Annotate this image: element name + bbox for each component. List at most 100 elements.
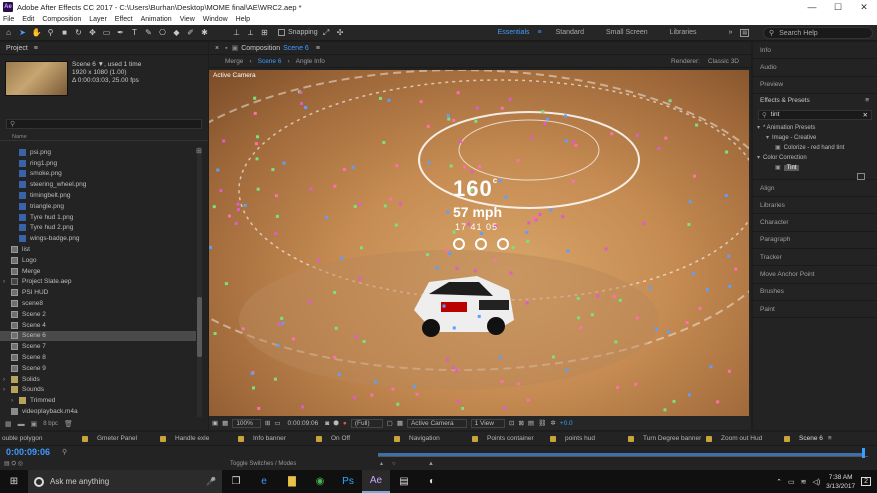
project-item[interactable]: Scene 7 <box>0 341 196 352</box>
minimize-button[interactable]: — <box>799 2 825 13</box>
roi-icon[interactable]: ▢ <box>387 419 393 427</box>
pen-tool-icon[interactable]: ✒ <box>115 27 126 38</box>
menu-layer[interactable]: Layer <box>89 16 107 23</box>
flowchart-icon[interactable]: ⊞ <box>196 147 202 155</box>
panel-preview[interactable]: Preview <box>753 77 877 94</box>
fast-preview-icon[interactable]: ⊠ <box>518 419 523 427</box>
exposure-value[interactable]: +0.0 <box>560 420 573 427</box>
interpret-footage-icon[interactable]: ▦ <box>5 420 12 428</box>
eraser-tool-icon[interactable]: ◆ <box>171 27 182 38</box>
resolution-dropdown[interactable]: (Full) <box>350 418 383 428</box>
world-axis-icon[interactable]: ⟂ <box>245 27 256 38</box>
timeline-icon[interactable]: ▤ <box>528 419 534 427</box>
show-snapshot-icon[interactable]: ⬢ <box>333 419 339 427</box>
tree-arrow-icon[interactable]: ▾ <box>766 134 769 141</box>
project-item[interactable]: › Sounds <box>0 385 196 396</box>
snapshot-icon[interactable]: ◙ <box>325 420 329 427</box>
region-icon[interactable]: ▭ <box>274 419 280 427</box>
project-item[interactable]: Merge <box>0 266 196 277</box>
expand-arrow-icon[interactable]: › <box>3 278 9 285</box>
project-item[interactable]: Tyre hud 2.png <box>0 223 196 234</box>
timeline-tab[interactable]: ouble polygon <box>0 435 78 442</box>
project-item[interactable]: Scene 9 <box>0 363 196 374</box>
comp-tab-label[interactable]: Composition <box>241 45 280 52</box>
effects-tree-item[interactable]: ▾ Image - Creative <box>753 133 877 143</box>
timeline-timecode[interactable]: 0:00:09:06 <box>6 447 50 457</box>
timeline-tab[interactable]: points hud <box>546 435 624 442</box>
edge-icon[interactable]: e <box>250 470 278 493</box>
timeline-tab[interactable]: Scene 6 ≡ <box>780 435 858 442</box>
project-item[interactable]: PSI HUD <box>0 287 196 298</box>
clock[interactable]: 7:38 AM 3/13/2017 <box>826 473 855 491</box>
panel-paragraph[interactable]: Paragraph <box>753 232 877 250</box>
project-search-input[interactable]: ⚲ <box>6 119 202 129</box>
selection-tool-icon[interactable]: ➤ <box>17 27 28 38</box>
project-item[interactable]: smoke.png <box>0 169 196 180</box>
panel-move-anchor-point[interactable]: Move Anchor Point <box>753 266 877 284</box>
project-item[interactable]: › Project Slate.aep <box>0 277 196 288</box>
project-item[interactable]: videoplayback.m4a <box>0 406 196 417</box>
comp-tab-name[interactable]: Scene 6 <box>283 45 309 52</box>
local-axis-icon[interactable]: ⊥ <box>231 27 242 38</box>
search-help-input[interactable]: ⚲ Search Help <box>763 27 873 39</box>
tab-menu-icon[interactable]: ≡ <box>828 435 832 442</box>
hand-tool-icon[interactable]: ✋ <box>31 27 42 38</box>
panel-brushes[interactable]: Brushes <box>753 284 877 301</box>
project-item[interactable]: scene8 <box>0 298 196 309</box>
column-name[interactable]: Name <box>12 134 27 140</box>
clapper-icon[interactable]: ▤ <box>390 470 418 493</box>
menu-edit[interactable]: Edit <box>22 16 34 23</box>
menu-effect[interactable]: Effect <box>115 16 133 23</box>
microphone-icon[interactable]: 🎤 <box>206 477 216 486</box>
menu-view[interactable]: View <box>180 16 195 23</box>
maximize-button[interactable]: ☐ <box>825 2 851 13</box>
work-area-bar[interactable] <box>378 453 864 456</box>
project-item[interactable]: Logo <box>0 255 196 266</box>
expand-arrow-icon[interactable]: › <box>3 376 9 383</box>
toggle-switches-label[interactable]: Toggle Switches / Modes <box>230 461 296 467</box>
chrome-icon[interactable]: ◉ <box>306 470 334 493</box>
project-item[interactable]: › Solids <box>0 374 196 385</box>
switches-icon[interactable]: ▤ ⛭ ◎ <box>4 460 23 468</box>
channel-icon[interactable]: ● <box>343 420 347 427</box>
new-folder-icon[interactable]: ▬ <box>18 421 25 428</box>
effects-tree-item[interactable]: ▾ Color Correction <box>753 153 877 163</box>
crumb-left-arrow-icon[interactable]: ‹ <box>249 58 251 65</box>
file-explorer-icon[interactable]: ▇ <box>278 470 306 493</box>
panel-character[interactable]: Character <box>753 214 877 232</box>
time-zoom-slider[interactable]: ○ <box>392 461 396 467</box>
panel-info[interactable]: Info <box>753 42 877 60</box>
project-item[interactable]: list <box>0 244 196 255</box>
safe-areas-icon[interactable]: ⊞ <box>265 419 270 427</box>
comp-panel-menu-icon[interactable]: ≡ <box>316 45 320 52</box>
windows-start-icon[interactable]: ⊞ <box>0 470 28 493</box>
bpc-label[interactable]: 8 bpc <box>43 421 58 427</box>
menu-file[interactable]: File <box>3 16 14 23</box>
puppet-pin-tool-icon[interactable]: ✱ <box>199 27 210 38</box>
timeline-search-icon[interactable]: ⚲ <box>62 448 67 456</box>
wifi-icon[interactable]: ≋ <box>801 478 807 486</box>
flowchart-comp-icon[interactable]: ⛓ <box>538 419 546 427</box>
roto-brush-tool-icon[interactable]: ✐ <box>185 27 196 38</box>
crumb-merge[interactable]: Merge <box>225 58 243 65</box>
project-item[interactable]: Scene 4 <box>0 320 196 331</box>
zoom-dropdown[interactable]: 100% <box>232 418 261 428</box>
workspace-menu-icon[interactable]: ≡ <box>538 29 542 36</box>
snapping-checkbox[interactable] <box>278 29 285 36</box>
steam-icon[interactable]: ◐ <box>418 470 446 493</box>
clone-stamp-tool-icon[interactable]: ⎔ <box>157 27 168 38</box>
project-item[interactable]: psi.png <box>0 147 196 158</box>
toggle-pixel-icon[interactable]: ⊡ <box>509 419 514 427</box>
volume-icon[interactable]: ◁) <box>812 478 820 486</box>
effects-tree-item[interactable]: ▾ * Animation Presets <box>753 123 877 133</box>
effects-presets-title[interactable]: Effects & Presets <box>760 97 810 104</box>
project-item[interactable]: wings-badge.png <box>0 233 196 244</box>
new-comp-icon[interactable]: ▣ <box>31 420 38 428</box>
tree-arrow-icon[interactable]: ▾ <box>757 154 760 161</box>
close-tab-icon[interactable]: × <box>215 45 219 52</box>
camera-dropdown[interactable]: Active Camera <box>406 418 467 428</box>
zoom-tool-icon[interactable]: ⚲ <box>45 27 56 38</box>
project-item[interactable]: Tyre hud 1.png <box>0 212 196 223</box>
transparency-icon[interactable]: ▩ <box>397 419 403 427</box>
timeline-tab[interactable]: On Off <box>312 435 390 442</box>
